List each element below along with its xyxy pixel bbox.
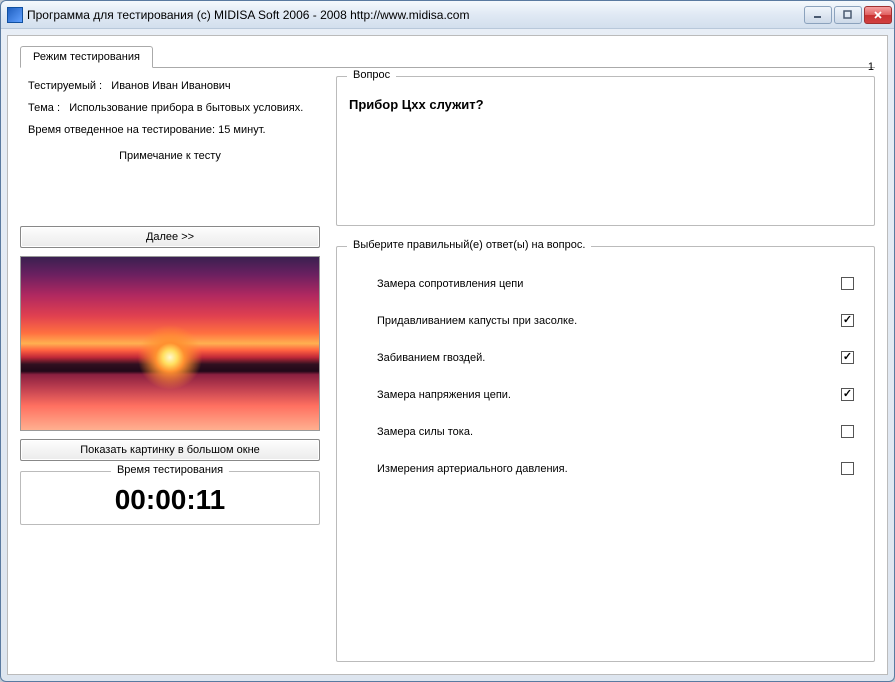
tab-strip: Режим тестирования bbox=[20, 46, 875, 68]
topic-label: Тема : bbox=[28, 102, 60, 114]
app-icon bbox=[7, 7, 23, 23]
answer-text: Забиванием гвоздей. bbox=[377, 352, 485, 364]
close-icon bbox=[873, 10, 883, 20]
answers-group-label: Выберите правильный(е) ответ(ы) на вопро… bbox=[347, 239, 591, 251]
answer-text: Измерения артериального давления. bbox=[377, 463, 568, 475]
topic-value: Использование прибора в бытовых условиях… bbox=[69, 102, 303, 114]
timer-value: 00:00:11 bbox=[21, 484, 319, 516]
answers-group: Выберите правильный(е) ответ(ы) на вопро… bbox=[336, 246, 875, 662]
answer-row: Замера напряжения цепи. bbox=[351, 376, 860, 413]
app-window: Программа для тестирования (c) MIDISA So… bbox=[0, 0, 895, 682]
answer-checkbox[interactable] bbox=[841, 462, 854, 475]
answer-text: Придавливанием капусты при засолке. bbox=[377, 315, 577, 327]
topic-row: Тема : Использование прибора в бытовых у… bbox=[28, 102, 320, 114]
timer-group-label: Время тестирования bbox=[111, 464, 229, 476]
question-group-label: Вопрос bbox=[347, 69, 396, 81]
answer-checkbox[interactable] bbox=[841, 351, 854, 364]
minimize-button[interactable] bbox=[804, 6, 832, 24]
tab-testing-mode[interactable]: Режим тестирования bbox=[20, 46, 153, 68]
answer-row: Замера силы тока. bbox=[351, 413, 860, 450]
question-number: 1 bbox=[868, 61, 874, 73]
answer-checkbox[interactable] bbox=[841, 425, 854, 438]
minimize-icon bbox=[813, 10, 823, 20]
answer-checkbox[interactable] bbox=[841, 388, 854, 401]
window-title: Программа для тестирования (c) MIDISA So… bbox=[27, 8, 804, 22]
answer-row: Придавливанием капусты при засолке. bbox=[351, 302, 860, 339]
answer-text: Замера сопротивления цепи bbox=[377, 278, 523, 290]
testee-label: Тестируемый : bbox=[28, 80, 102, 92]
right-column: 1 Вопрос Прибор Цхх служит? Выберите пра… bbox=[336, 76, 875, 662]
timer-group: Время тестирования 00:00:11 bbox=[20, 471, 320, 525]
question-group: 1 Вопрос Прибор Цхх служит? bbox=[336, 76, 875, 226]
show-large-image-button[interactable]: Показать картинку в большом окне bbox=[20, 439, 320, 461]
answer-checkbox[interactable] bbox=[841, 277, 854, 290]
client-area: Режим тестирования Тестируемый : Иванов … bbox=[7, 35, 888, 675]
answer-text: Замера силы тока. bbox=[377, 426, 473, 438]
allotted-time-row: Время отведенное на тестирование: 15 мин… bbox=[28, 124, 320, 136]
answer-text: Замера напряжения цепи. bbox=[377, 389, 511, 401]
close-button[interactable] bbox=[864, 6, 892, 24]
maximize-button[interactable] bbox=[834, 6, 862, 24]
question-image bbox=[20, 256, 320, 431]
content: Тестируемый : Иванов Иван Иванович Тема … bbox=[20, 76, 875, 662]
note-spacer bbox=[20, 166, 320, 226]
answer-row: Замера сопротивления цепи bbox=[351, 265, 860, 302]
testee-value: Иванов Иван Иванович bbox=[111, 80, 230, 92]
testee-row: Тестируемый : Иванов Иван Иванович bbox=[28, 80, 320, 92]
question-text: Прибор Цхх служит? bbox=[349, 97, 862, 112]
maximize-icon bbox=[843, 10, 853, 20]
next-button[interactable]: Далее >> bbox=[20, 226, 320, 248]
titlebar[interactable]: Программа для тестирования (c) MIDISA So… bbox=[1, 1, 894, 29]
answer-checkbox[interactable] bbox=[841, 314, 854, 327]
note-label: Примечание к тесту bbox=[20, 150, 320, 162]
answer-row: Забиванием гвоздей. bbox=[351, 339, 860, 376]
answer-row: Измерения артериального давления. bbox=[351, 450, 860, 487]
window-controls bbox=[804, 6, 892, 24]
left-column: Тестируемый : Иванов Иван Иванович Тема … bbox=[20, 76, 320, 662]
